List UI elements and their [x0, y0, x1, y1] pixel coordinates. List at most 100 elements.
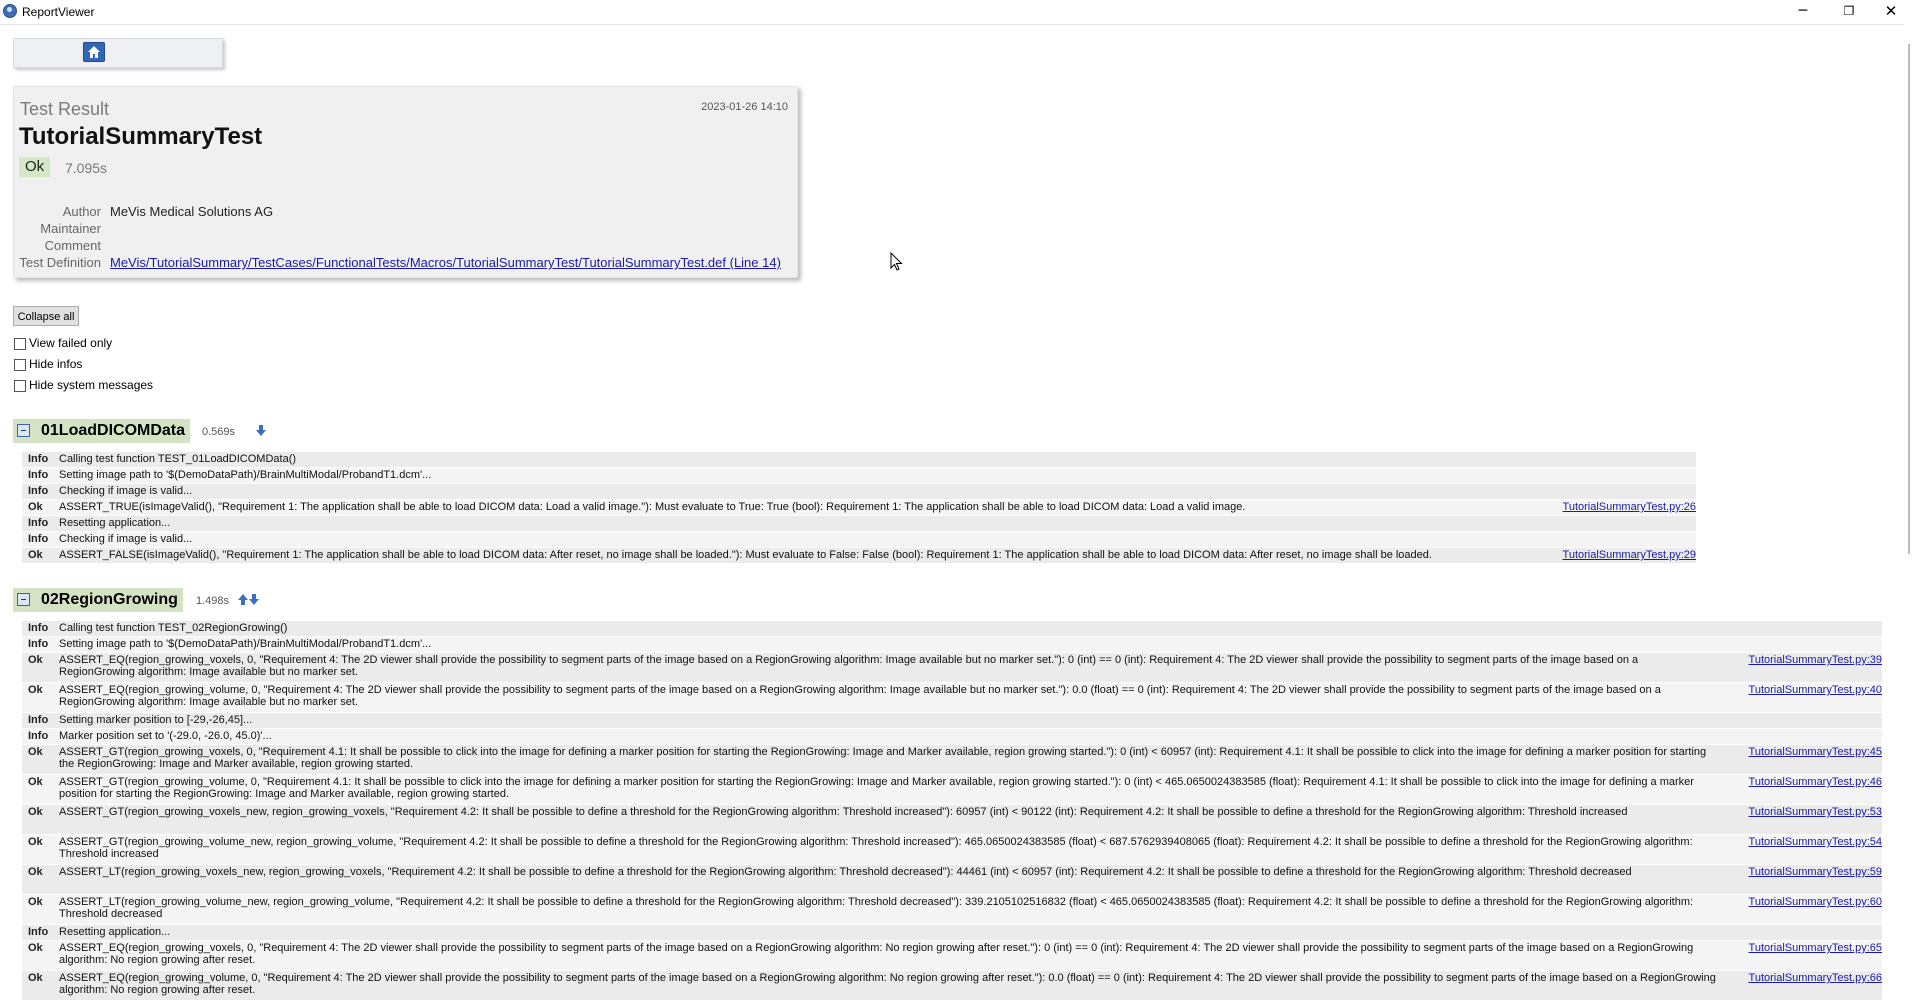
log-type: Info [28, 517, 49, 529]
meta-label: Maintainer [40, 221, 101, 236]
scrollbar-thumb[interactable] [1908, 44, 1910, 554]
section-duration: 0.569s [202, 426, 236, 438]
log-message: ASSERT_FALSE(isImageValid(), "Requiremen… [59, 549, 1432, 561]
arrow-up-down-icon[interactable] [237, 593, 261, 607]
log-row: Info Checking if image is valid... [22, 484, 1696, 499]
log-message: Calling test function TEST_01LoadDICOMDa… [59, 453, 297, 465]
log-row: Info Resetting application... [22, 516, 1696, 531]
log-row: Ok ASSERT_EQ(region_growing_volume, 0, "R… [22, 971, 1882, 1000]
maximize-button[interactable]: ❐ [1826, 0, 1872, 24]
card-label: Test Result [20, 99, 110, 119]
collapse-minus-icon[interactable] [17, 424, 30, 437]
hide-system-messages-checkbox[interactable] [14, 380, 26, 392]
vertical-scrollbar[interactable] [1904, 24, 1914, 1008]
log-type: Ok [28, 896, 43, 908]
log-message: Resetting application... [59, 926, 171, 938]
log-message: ASSERT_LT(region_growing_voxels_new, reg… [59, 866, 1632, 878]
source-link[interactable]: TutorialSummaryTest.py:46 [1732, 776, 1882, 788]
log-message: Calling test function TEST_02RegionGrowi… [59, 622, 288, 634]
log-type: Ok [28, 776, 43, 788]
log-message: Setting image path to '$(DemoDataPath)/B… [59, 638, 432, 650]
log-row: Info Setting image path to '$(DemoDataPat… [22, 468, 1696, 483]
log-row: Ok ASSERT_EQ(region_growing_volume, 0, "R… [22, 683, 1882, 712]
log-row: Info Checking if image is valid... [22, 532, 1696, 547]
source-link[interactable]: TutorialSummaryTest.py:54 [1732, 836, 1882, 848]
hide-infos-checkbox[interactable] [14, 359, 26, 371]
meta-label: Author [62, 204, 101, 219]
log-row: Ok ASSERT_GT(region_growing_voxels_new, r… [22, 805, 1882, 834]
log-row: Ok ASSERT_GT(region_growing_volume_new, r… [22, 835, 1882, 864]
log-message: ASSERT_EQ(region_growing_voxels, 0, "Req… [59, 942, 1694, 966]
log-message: ASSERT_EQ(region_growing_volume, 0, "Req… [59, 684, 1661, 708]
view-failed-only-label[interactable]: View failed only [29, 336, 112, 350]
log-message: Checking if image is valid... [59, 485, 193, 497]
log-type: Ok [28, 972, 43, 984]
log-row: Ok ASSERT_FALSE(isImageValid(), "Requirem… [22, 548, 1696, 563]
home-button[interactable] [83, 42, 105, 62]
close-button[interactable]: ✕ [1868, 0, 1914, 24]
log-type: Ok [28, 806, 43, 818]
log-message: ASSERT_GT(region_growing_volume_new, reg… [59, 836, 1693, 860]
section-title[interactable]: 01LoadDICOMData [41, 422, 185, 440]
source-link[interactable]: TutorialSummaryTest.py:65 [1732, 942, 1882, 954]
source-link[interactable]: TutorialSummaryTest.py:45 [1732, 746, 1882, 758]
log-type: Ok [28, 866, 43, 878]
source-link[interactable]: TutorialSummaryTest.py:59 [1732, 866, 1882, 878]
log-row: Ok ASSERT_GT(region_growing_voxels, 0, "R… [22, 745, 1882, 774]
log-type: Ok [28, 836, 43, 848]
log-type: Ok [28, 746, 43, 758]
home-icon [88, 46, 100, 58]
log-message: Setting marker position to [-29,-26,45].… [59, 714, 253, 726]
log-type: Info [28, 485, 49, 497]
log-message: ASSERT_TRUE(isImageValid(), "Requirement… [59, 501, 1246, 513]
report-content: Test Result 2023-01-26 14:10 TutorialSum… [0, 24, 1904, 1008]
log-message: Setting image path to '$(DemoDataPath)/B… [59, 469, 432, 481]
source-link[interactable]: TutorialSummaryTest.py:66 [1732, 972, 1882, 984]
section-title[interactable]: 02RegionGrowing [41, 591, 178, 609]
hide-system-messages-label[interactable]: Hide system messages [29, 378, 153, 392]
test-date: 2023-01-26 14:10 [701, 101, 788, 113]
log-type: Info [28, 714, 49, 726]
log-type: Info [28, 638, 49, 650]
collapse-all-button[interactable]: Collapse all [13, 306, 79, 326]
meta-label: Test Definition [19, 255, 101, 270]
log-type: Ok [28, 654, 43, 666]
log-row: Ok ASSERT_GT(region_growing_volume, 0, "R… [22, 775, 1882, 804]
log-row: Ok ASSERT_LT(region_growing_volume_new, r… [22, 895, 1882, 924]
log-row: Info Calling test function TEST_02RegionG… [22, 621, 1882, 636]
log-message: ASSERT_EQ(region_growing_volume, 0, "Req… [59, 972, 1716, 996]
test-definition-link[interactable]: MeVis/TutorialSummary/TestCases/Function… [110, 255, 781, 270]
log-message: ASSERT_EQ(region_growing_voxels, 0, "Req… [59, 654, 1639, 678]
log-row: Ok ASSERT_TRUE(isImageValid(), "Requireme… [22, 500, 1696, 515]
view-failed-only-checkbox[interactable] [14, 338, 26, 350]
collapse-minus-icon[interactable] [17, 593, 30, 606]
source-link[interactable]: TutorialSummaryTest.py:40 [1732, 684, 1882, 696]
log-row: Info Calling test function TEST_01LoadDIC… [22, 452, 1696, 467]
log-message: ASSERT_GT(region_growing_voxels_new, reg… [59, 806, 1628, 818]
log-type: Info [28, 622, 49, 634]
log-row: Info Setting marker position to [-29,-26,… [22, 713, 1882, 728]
log-message: Resetting application... [59, 517, 171, 529]
source-link[interactable]: TutorialSummaryTest.py:39 [1732, 654, 1882, 666]
arrow-down-icon[interactable] [255, 424, 267, 438]
log-message: ASSERT_GT(region_growing_volume, 0, "Req… [59, 776, 1694, 800]
window-titlebar: ReportViewer ─ ❐ ✕ [0, 0, 1914, 25]
log-row: Ok ASSERT_EQ(region_growing_voxels, 0, "R… [22, 941, 1882, 970]
section-duration: 1.498s [196, 595, 230, 607]
log-type: Ok [28, 942, 43, 954]
source-link[interactable]: TutorialSummaryTest.py:26 [1546, 501, 1696, 513]
hide-infos-label[interactable]: Hide infos [29, 357, 82, 371]
log-message: ASSERT_LT(region_growing_volume_new, reg… [59, 896, 1694, 920]
test-name: TutorialSummaryTest [19, 123, 263, 150]
log-type: Info [28, 926, 49, 938]
minimize-button[interactable]: ─ [1780, 0, 1826, 24]
log-type: Ok [28, 549, 43, 561]
log-type: Info [28, 469, 49, 481]
log-message: Checking if image is valid... [59, 533, 193, 545]
source-link[interactable]: TutorialSummaryTest.py:29 [1546, 549, 1696, 561]
log-message: Marker position set to '(-29.0, -26.0, 4… [59, 730, 272, 742]
mouse-cursor-icon [890, 252, 903, 271]
source-link[interactable]: TutorialSummaryTest.py:53 [1732, 806, 1882, 818]
source-link[interactable]: TutorialSummaryTest.py:60 [1732, 896, 1882, 908]
meta-label: Comment [44, 238, 101, 253]
